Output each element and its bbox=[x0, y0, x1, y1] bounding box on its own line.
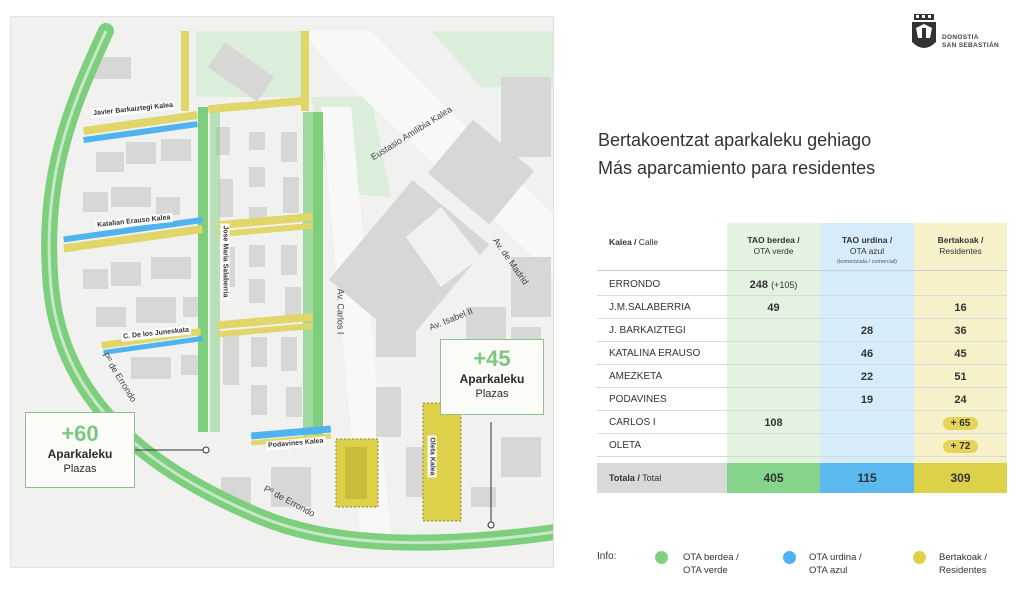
table-header: Kalea / Calle TAO berdea / OTA verde TAO… bbox=[597, 223, 1007, 271]
parking-table: Kalea / Calle TAO berdea / OTA verde TAO… bbox=[597, 223, 1007, 493]
total-row: Totala / Total 405 115 309 bbox=[597, 463, 1007, 493]
header-blue: TAO urdina / OTA azul (komertziala / com… bbox=[820, 235, 914, 268]
carlos-green-parking bbox=[313, 112, 323, 437]
carlos-new-lot-inner bbox=[345, 447, 367, 499]
yellow-value: + 65 bbox=[914, 417, 1007, 430]
table-row: PODAVINES 19 24 bbox=[597, 388, 1007, 411]
total-label: Totala / Total bbox=[609, 473, 661, 483]
green-value: 49 bbox=[767, 302, 780, 314]
green-value: 248 (+105) bbox=[727, 279, 820, 291]
legend-item-yellow: Bertakoak / Residentes bbox=[939, 551, 987, 577]
row-street-name: PODAVINES bbox=[609, 394, 667, 405]
row-street-name: KATALINA ERAUSO bbox=[609, 348, 701, 359]
value-extra: (+105) bbox=[771, 280, 798, 290]
total-green: 405 bbox=[727, 463, 820, 493]
row-street-name: J. BARKAIZTEGI bbox=[609, 325, 686, 336]
logo-text: DONOSTIA SAN SEBASTIÁN bbox=[942, 34, 999, 50]
header-text: OTA azul bbox=[849, 246, 885, 256]
callout-label: Aparkaleku bbox=[47, 447, 113, 461]
blue-dot-icon bbox=[783, 551, 796, 564]
legend-item-blue: OTA urdina / OTA azul bbox=[809, 551, 862, 577]
row-street-name: J.M.SALABERRIA bbox=[609, 302, 691, 313]
table-row: OLETA + 72 bbox=[597, 434, 1007, 457]
callout-plus-45: +45 Aparkaleku Plazas bbox=[440, 339, 544, 415]
table-row: J.M.SALABERRIA 49 16 bbox=[597, 296, 1007, 319]
title-spanish: Más aparcamiento para residentes bbox=[598, 158, 876, 178]
yellow-value: 51 bbox=[954, 371, 967, 383]
yellow-dot-icon bbox=[913, 551, 926, 564]
street-label-carlos: Av. Carlos I bbox=[335, 288, 346, 335]
total-yellow: 309 bbox=[914, 463, 1007, 493]
street-label-oleta: Oleta Kalea bbox=[427, 435, 437, 478]
carlos-green-parking bbox=[303, 112, 313, 437]
legend-text: Bertakoak / bbox=[939, 552, 988, 563]
legend: Info: OTA berdea / OTA verde OTA urdina /… bbox=[597, 545, 1017, 585]
logo-line: DONOSTIA bbox=[942, 34, 979, 41]
table-row: KATALINA ERAUSO 46 45 bbox=[597, 342, 1007, 365]
legend-text: OTA azul bbox=[809, 565, 848, 576]
table-row: AMEZKETA 22 51 bbox=[597, 365, 1007, 388]
header-subtext: (komertziala / comercial) bbox=[837, 259, 897, 265]
callout-sublabel: Plazas bbox=[475, 388, 509, 400]
callout-label: Aparkaleku bbox=[459, 372, 525, 386]
green-dot-icon bbox=[655, 551, 668, 564]
header-text: Calle bbox=[636, 237, 659, 247]
value-text: 248 bbox=[749, 279, 768, 291]
blue-value: 22 bbox=[860, 371, 874, 383]
yellow-value: 24 bbox=[954, 394, 967, 406]
legend-text: OTA urdina / bbox=[809, 552, 862, 563]
blue-value: 46 bbox=[860, 348, 874, 360]
table-row: J. BARKAIZTEGI 28 36 bbox=[597, 319, 1007, 342]
salaberria-green-parking bbox=[210, 107, 220, 432]
yellow-value: + 72 bbox=[914, 440, 1007, 453]
yellow-value: 45 bbox=[954, 348, 967, 360]
connector-dot bbox=[487, 521, 495, 529]
legend-text: OTA verde bbox=[683, 565, 728, 576]
title-basque: Bertakoentzat aparkaleku gehiago bbox=[598, 130, 872, 150]
total-label-text: Total bbox=[639, 473, 662, 483]
legend-text: OTA berdea / bbox=[683, 552, 739, 563]
header-green: TAO berdea / OTA verde bbox=[727, 235, 820, 257]
header-text: TAO urdina / bbox=[841, 235, 893, 245]
row-street-name: ERRONDO bbox=[609, 279, 661, 290]
row-street-name: OLETA bbox=[609, 440, 642, 451]
total-blue: 115 bbox=[820, 463, 914, 493]
blue-value: 28 bbox=[860, 325, 874, 337]
city-logo: DONOSTIA SAN SEBASTIÁN bbox=[910, 12, 1014, 60]
yellow-value: 16 bbox=[954, 302, 967, 314]
salaberria-green-parking bbox=[198, 107, 208, 432]
connector-dot bbox=[202, 446, 210, 454]
header-text: OTA verde bbox=[753, 246, 794, 256]
resident-parking bbox=[181, 31, 189, 111]
callout-plus-60: +60 Aparkaleku Plazas bbox=[25, 412, 135, 488]
legend-text: Residentes bbox=[939, 565, 987, 576]
legend-title: Info: bbox=[597, 551, 617, 562]
green-value: 108 bbox=[764, 417, 783, 429]
blue-value: 19 bbox=[860, 394, 874, 406]
header-yellow: Bertakoak / Residentes bbox=[914, 235, 1007, 257]
new-spaces-badge: + 72 bbox=[942, 440, 979, 453]
callout-number: +60 bbox=[61, 421, 99, 446]
row-street-name: AMEZKETA bbox=[609, 371, 663, 382]
table-row: ERRONDO 248 (+105) bbox=[597, 273, 1007, 296]
street-label-salaberria: Jose Maria Salaberria bbox=[220, 223, 230, 300]
legend-item-green: OTA berdea / OTA verde bbox=[683, 551, 739, 577]
row-street-name: CARLOS I bbox=[609, 417, 656, 428]
city-crest-icon bbox=[912, 14, 936, 48]
yellow-value: 36 bbox=[954, 325, 967, 337]
total-label-text: Totala / bbox=[609, 473, 640, 483]
logo-line: SAN SEBASTIÁN bbox=[942, 42, 999, 49]
header-text: Bertakoak / bbox=[937, 235, 984, 245]
map-panel[interactable]: Javier Barkaiztegi Kalea Katalian Erauso… bbox=[10, 16, 554, 568]
callout-sublabel: Plazas bbox=[63, 463, 97, 475]
header-text: TAO berdea / bbox=[747, 235, 800, 245]
callout-number: +45 bbox=[473, 346, 511, 371]
header-street: Kalea / Calle bbox=[609, 237, 658, 248]
header-text: Residentes bbox=[939, 246, 982, 256]
header-text: Kalea / bbox=[609, 237, 637, 247]
new-spaces-badge: + 65 bbox=[942, 417, 979, 430]
table-row: CARLOS I 108 + 65 bbox=[597, 411, 1007, 434]
